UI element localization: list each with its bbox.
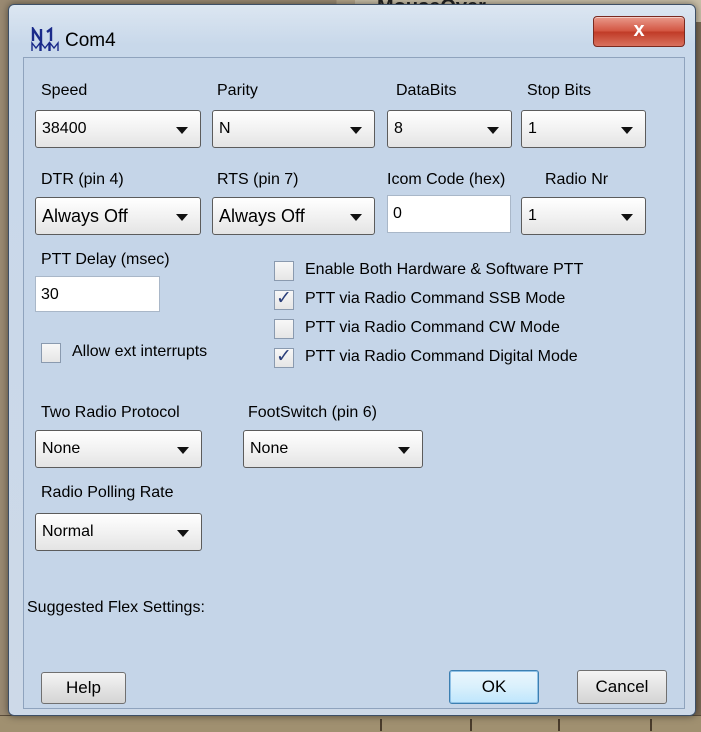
- dtr-label: DTR (pin 4): [41, 171, 124, 188]
- two-radio-protocol-value: None: [42, 440, 81, 457]
- help-button[interactable]: Help: [41, 672, 126, 704]
- chevron-down-icon: [621, 127, 633, 134]
- rts-label: RTS (pin 7): [217, 171, 299, 188]
- enable-both-ptt-checkbox[interactable]: [274, 261, 294, 281]
- databits-select[interactable]: 8: [387, 110, 512, 148]
- footswitch-value: None: [250, 440, 289, 457]
- dialog-title: Com4: [65, 30, 116, 51]
- stopbits-value: 1: [528, 120, 537, 137]
- check-mark-icon: ✓: [276, 288, 292, 309]
- two-radio-protocol-select[interactable]: None: [35, 430, 202, 468]
- ptt-cw-checkbox[interactable]: [274, 319, 294, 339]
- allow-ext-interrupts-label: Allow ext interrupts: [72, 343, 208, 360]
- chevron-down-icon: [350, 214, 362, 221]
- speed-value: 38400: [42, 120, 87, 137]
- suggested-flex-settings-label: Suggested Flex Settings:: [27, 599, 205, 616]
- radio-nr-value: 1: [528, 207, 537, 224]
- background-bottom-bar: [0, 715, 701, 732]
- footswitch-select[interactable]: None: [243, 430, 423, 468]
- cancel-button[interactable]: Cancel: [577, 670, 667, 704]
- dtr-value: Always Off: [42, 206, 128, 226]
- databits-label: DataBits: [396, 82, 457, 99]
- ptt-digital-checkbox[interactable]: ✓: [274, 346, 294, 368]
- com-settings-dialog: Com4 x Speed Parity DataBits Stop Bits 3…: [8, 4, 696, 716]
- title-bar[interactable]: Com4 x: [9, 5, 695, 57]
- chevron-down-icon: [177, 447, 189, 454]
- icom-code-input[interactable]: 0: [387, 195, 511, 233]
- speed-select[interactable]: 38400: [35, 110, 201, 148]
- allow-ext-interrupts-checkbox[interactable]: [41, 343, 61, 363]
- enable-both-ptt-label: Enable Both Hardware & Software PTT: [305, 261, 584, 278]
- chevron-down-icon: [176, 214, 188, 221]
- parity-label: Parity: [217, 82, 258, 99]
- ptt-cw-label: PTT via Radio Command CW Mode: [305, 319, 560, 336]
- ptt-digital-label: PTT via Radio Command Digital Mode: [305, 348, 578, 365]
- icom-code-value: 0: [393, 205, 402, 222]
- check-mark-icon: ✓: [276, 346, 292, 367]
- footswitch-label: FootSwitch (pin 6): [248, 404, 377, 421]
- rts-select[interactable]: Always Off: [212, 197, 375, 235]
- chevron-down-icon: [350, 127, 362, 134]
- two-radio-protocol-label: Two Radio Protocol: [41, 404, 180, 421]
- rts-value: Always Off: [219, 206, 305, 226]
- icom-code-label: Icom Code (hex): [387, 171, 506, 188]
- dtr-select[interactable]: Always Off: [35, 197, 201, 235]
- chevron-down-icon: [176, 127, 188, 134]
- dialog-client-area: Speed Parity DataBits Stop Bits 38400 N …: [23, 57, 685, 709]
- n1mm-logo-icon: [31, 27, 59, 51]
- stopbits-select[interactable]: 1: [521, 110, 646, 148]
- close-icon: x: [633, 19, 645, 41]
- chevron-down-icon: [487, 127, 499, 134]
- ok-button[interactable]: OK: [449, 670, 539, 704]
- ptt-delay-value: 30: [41, 286, 59, 303]
- ptt-ssb-label: PTT via Radio Command SSB Mode: [305, 290, 566, 307]
- radio-nr-label: Radio Nr: [545, 171, 609, 188]
- radio-nr-select[interactable]: 1: [521, 197, 646, 235]
- radio-polling-rate-label: Radio Polling Rate: [41, 484, 174, 501]
- stopbits-label: Stop Bits: [527, 82, 592, 99]
- databits-value: 8: [394, 120, 403, 137]
- ptt-ssb-checkbox[interactable]: ✓: [274, 288, 294, 310]
- ptt-delay-input[interactable]: 30: [35, 276, 160, 312]
- radio-polling-rate-select[interactable]: Normal: [35, 513, 202, 551]
- chevron-down-icon: [621, 214, 633, 221]
- ptt-delay-label: PTT Delay (msec): [41, 251, 170, 268]
- chevron-down-icon: [398, 447, 410, 454]
- radio-polling-rate-value: Normal: [42, 523, 94, 540]
- parity-select[interactable]: N: [212, 110, 375, 148]
- parity-value: N: [219, 120, 231, 137]
- close-button[interactable]: x: [593, 16, 685, 47]
- speed-label: Speed: [41, 82, 88, 99]
- chevron-down-icon: [177, 530, 189, 537]
